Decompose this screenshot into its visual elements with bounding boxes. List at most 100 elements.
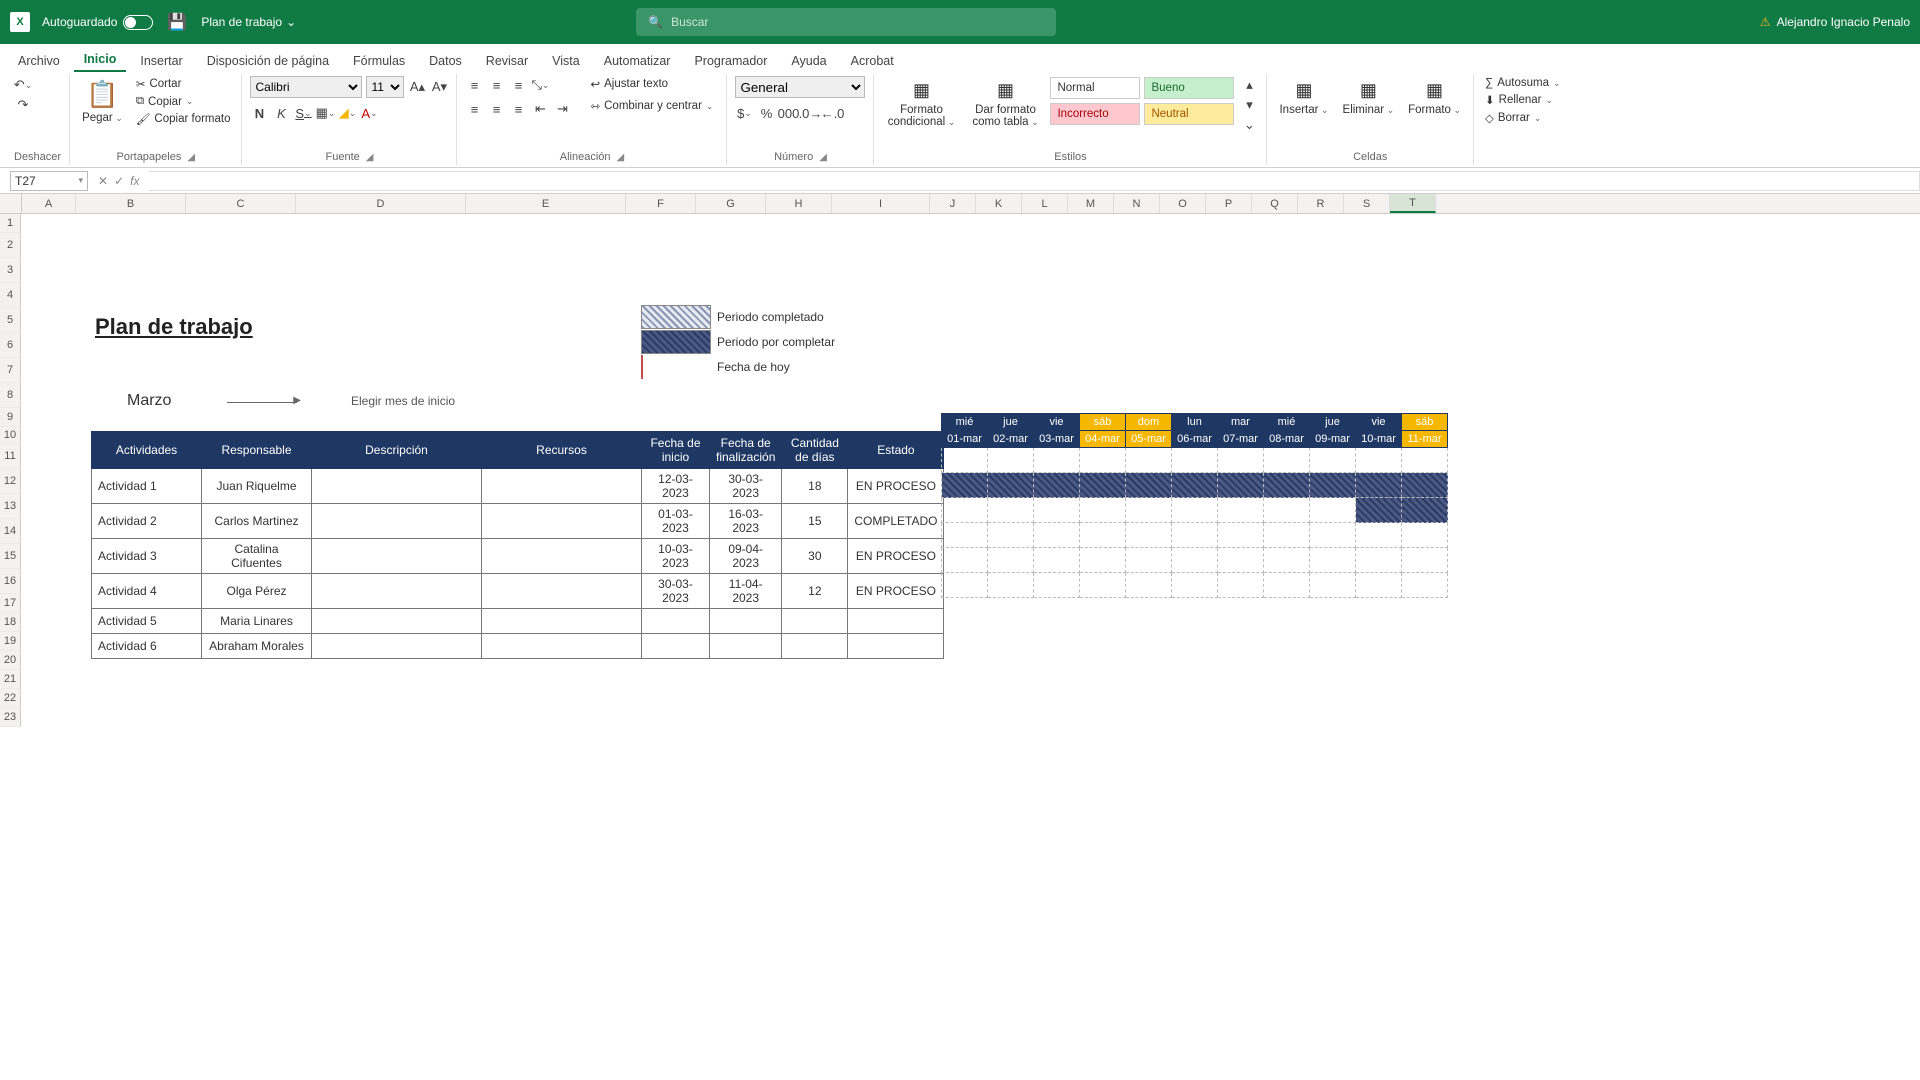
- gantt-cell[interactable]: [988, 523, 1034, 548]
- font-size-select[interactable]: 11: [366, 76, 404, 98]
- cell-resources[interactable]: [482, 504, 642, 539]
- row-header-10[interactable]: 10: [0, 427, 21, 444]
- column-header-E[interactable]: E: [466, 194, 626, 213]
- row-header-11[interactable]: 11: [0, 444, 21, 469]
- column-header-D[interactable]: D: [296, 194, 466, 213]
- cell-resources[interactable]: [482, 469, 642, 504]
- gantt-cell[interactable]: [1172, 573, 1218, 598]
- cell-status[interactable]: EN PROCESO: [848, 539, 944, 574]
- row-header-6[interactable]: 6: [0, 333, 21, 358]
- cell-description[interactable]: [312, 574, 482, 609]
- gantt-cell[interactable]: [1402, 573, 1448, 598]
- gantt-cell[interactable]: [1172, 498, 1218, 523]
- paste-button[interactable]: 📋 Pegar: [78, 76, 127, 126]
- dialog-launcher-icon[interactable]: ◢: [366, 152, 374, 163]
- conditional-formatting-button[interactable]: ▦Formato condicional: [882, 76, 960, 130]
- gantt-cell[interactable]: [1172, 523, 1218, 548]
- tab-programador[interactable]: Programador: [684, 48, 777, 72]
- percent-icon[interactable]: %: [757, 104, 775, 122]
- column-header-M[interactable]: M: [1068, 194, 1114, 213]
- cell-end-date[interactable]: [710, 634, 782, 659]
- cell-responsible[interactable]: Juan Riquelme: [202, 469, 312, 504]
- gantt-cell[interactable]: [988, 498, 1034, 523]
- toggle-switch-icon[interactable]: [123, 15, 153, 30]
- gantt-cell[interactable]: [1218, 548, 1264, 573]
- tab-vista[interactable]: Vista: [542, 48, 590, 72]
- column-header-P[interactable]: P: [1206, 194, 1252, 213]
- row-header-13[interactable]: 13: [0, 494, 21, 519]
- name-box[interactable]: T27▾: [10, 171, 88, 191]
- cell-status[interactable]: COMPLETADO: [848, 504, 944, 539]
- font-name-select[interactable]: Calibri: [250, 76, 362, 98]
- thousands-icon[interactable]: 000: [779, 104, 797, 122]
- gantt-cell[interactable]: [1034, 548, 1080, 573]
- cell-responsible[interactable]: Abraham Morales: [202, 634, 312, 659]
- column-header-A[interactable]: A: [22, 194, 76, 213]
- gantt-cell[interactable]: [1356, 473, 1402, 498]
- select-all-corner[interactable]: [0, 194, 22, 213]
- currency-icon[interactable]: $: [735, 104, 753, 122]
- gantt-cell[interactable]: [1034, 573, 1080, 598]
- gantt-cell[interactable]: [1126, 473, 1172, 498]
- user-account[interactable]: ⚠ Alejandro Ignacio Penalo: [1760, 15, 1910, 29]
- month-selector[interactable]: Marzo: [127, 392, 171, 410]
- table-row[interactable]: Actividad 2Carlos Martinez01-03-202316-0…: [92, 504, 944, 539]
- tab-automatizar[interactable]: Automatizar: [594, 48, 681, 72]
- row-header-19[interactable]: 19: [0, 632, 21, 651]
- cell-status[interactable]: [848, 634, 944, 659]
- gantt-cell[interactable]: [1310, 573, 1356, 598]
- gantt-cell[interactable]: [1310, 473, 1356, 498]
- row-header-23[interactable]: 23: [0, 708, 21, 727]
- gantt-cell[interactable]: [1264, 548, 1310, 573]
- tab-inicio[interactable]: Inicio: [74, 46, 127, 72]
- align-right-icon[interactable]: ≡: [509, 100, 527, 118]
- column-header-F[interactable]: F: [626, 194, 696, 213]
- dialog-launcher-icon[interactable]: ◢: [617, 152, 625, 163]
- autosave-toggle[interactable]: Autoguardado: [42, 15, 153, 30]
- gantt-cell[interactable]: [1126, 573, 1172, 598]
- cell-responsible[interactable]: Maria Linares: [202, 609, 312, 634]
- gantt-cell[interactable]: [1080, 573, 1126, 598]
- gantt-cell[interactable]: [1356, 523, 1402, 548]
- tab-fórmulas[interactable]: Fórmulas: [343, 48, 415, 72]
- gantt-cell[interactable]: [1310, 498, 1356, 523]
- cell-description[interactable]: [312, 539, 482, 574]
- cell-resources[interactable]: [482, 574, 642, 609]
- cell-start-date[interactable]: 30-03-2023: [642, 574, 710, 609]
- align-bottom-icon[interactable]: ≡: [509, 76, 527, 94]
- fill-button[interactable]: ⬇Rellenar: [1482, 92, 1556, 108]
- increase-indent-icon[interactable]: ⇥: [553, 100, 571, 118]
- cell-activity[interactable]: Actividad 3: [92, 539, 202, 574]
- gantt-cell[interactable]: [1218, 573, 1264, 598]
- gantt-cell[interactable]: [1402, 498, 1448, 523]
- table-row[interactable]: Actividad 6Abraham Morales: [92, 634, 944, 659]
- gantt-cell[interactable]: [1264, 498, 1310, 523]
- cut-button[interactable]: ✂Cortar: [133, 76, 234, 92]
- gantt-cell[interactable]: [1402, 548, 1448, 573]
- format-as-table-button[interactable]: ▦Dar formato como tabla: [966, 76, 1044, 130]
- gantt-cell[interactable]: [1402, 473, 1448, 498]
- cell-status[interactable]: EN PROCESO: [848, 469, 944, 504]
- column-header-S[interactable]: S: [1344, 194, 1390, 213]
- gantt-cell[interactable]: [1356, 498, 1402, 523]
- gantt-cell[interactable]: [942, 473, 988, 498]
- gantt-cell[interactable]: [1172, 448, 1218, 473]
- align-left-icon[interactable]: ≡: [465, 100, 483, 118]
- tab-acrobat[interactable]: Acrobat: [841, 48, 904, 72]
- cell-responsible[interactable]: Catalina Cifuentes: [202, 539, 312, 574]
- gantt-cell[interactable]: [942, 548, 988, 573]
- increase-decimal-icon[interactable]: .0→: [801, 104, 819, 122]
- cell-activity[interactable]: Actividad 5: [92, 609, 202, 634]
- row-header-22[interactable]: 22: [0, 689, 21, 708]
- gantt-cell[interactable]: [1034, 498, 1080, 523]
- undo-button[interactable]: ↶: [14, 76, 32, 94]
- cell-end-date[interactable]: 09-04-2023: [710, 539, 782, 574]
- save-icon[interactable]: 💾: [167, 12, 187, 32]
- column-header-O[interactable]: O: [1160, 194, 1206, 213]
- gantt-cell[interactable]: [942, 498, 988, 523]
- gantt-cell[interactable]: [1264, 573, 1310, 598]
- align-top-icon[interactable]: ≡: [465, 76, 483, 94]
- cell-activity[interactable]: Actividad 2: [92, 504, 202, 539]
- gantt-cell[interactable]: [988, 448, 1034, 473]
- gantt-cell[interactable]: [1080, 473, 1126, 498]
